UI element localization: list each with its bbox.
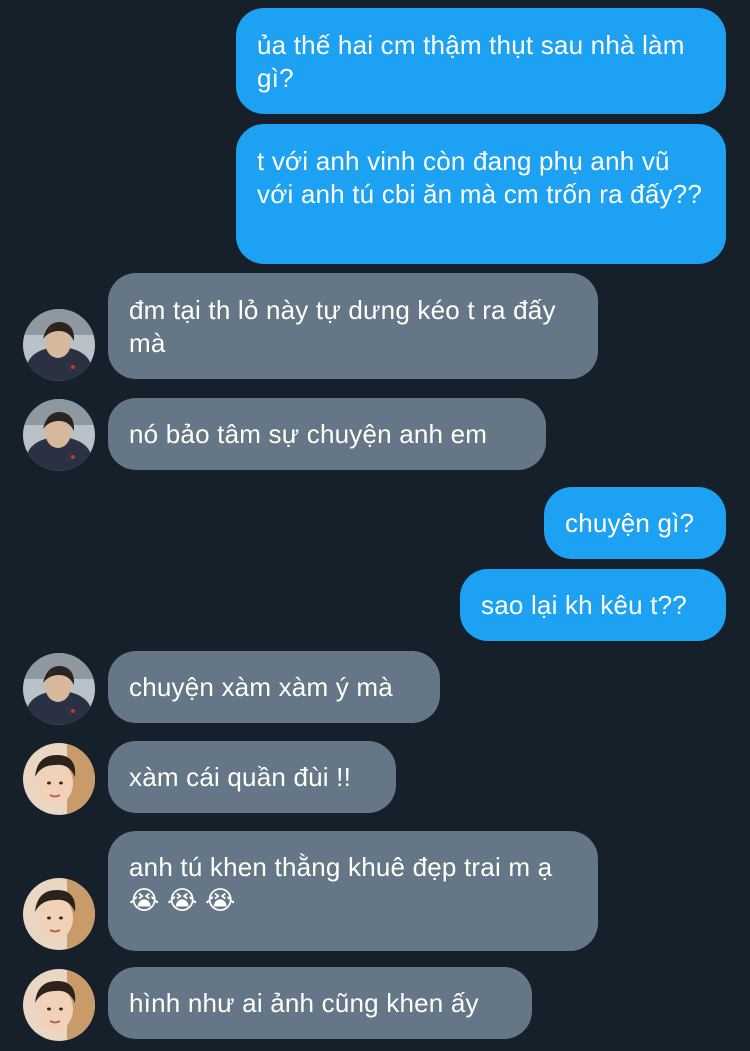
avatar-1-image <box>23 653 95 725</box>
avatar[interactable] <box>23 399 95 471</box>
avatar[interactable] <box>23 878 95 950</box>
avatar[interactable] <box>23 653 95 725</box>
avatar[interactable] <box>23 309 95 381</box>
message-bubble[interactable]: t với anh vinh còn đang phụ anh vũ với a… <box>236 124 726 264</box>
message-bubble[interactable]: đm tại th lỏ này tự dưng kéo t ra đấy mà <box>108 273 598 379</box>
avatar[interactable] <box>23 969 95 1041</box>
avatar[interactable] <box>23 743 95 815</box>
message-bubble[interactable]: chuyện xàm xàm ý mà <box>108 651 440 723</box>
avatar-2-image <box>23 743 95 815</box>
avatar-2-image <box>23 878 95 950</box>
avatar-1-image <box>23 399 95 471</box>
avatar-1-image <box>23 309 95 381</box>
message-bubble[interactable]: nó bảo tâm sự chuyện anh em <box>108 398 546 470</box>
message-bubble[interactable]: ủa thế hai cm thậm thụt sau nhà làm gì? <box>236 8 726 114</box>
message-bubble[interactable]: hình như ai ảnh cũng khen ấy <box>108 967 532 1039</box>
message-bubble[interactable]: xàm cái quần đùi !! <box>108 741 396 813</box>
message-bubble[interactable]: anh tú khen thằng khuê đẹp trai m ạ 😭 😭 … <box>108 831 598 951</box>
message-bubble[interactable]: chuyện gì? <box>544 487 726 559</box>
message-bubble[interactable]: sao lại kh kêu t?? <box>460 569 726 641</box>
avatar-2-image <box>23 969 95 1041</box>
